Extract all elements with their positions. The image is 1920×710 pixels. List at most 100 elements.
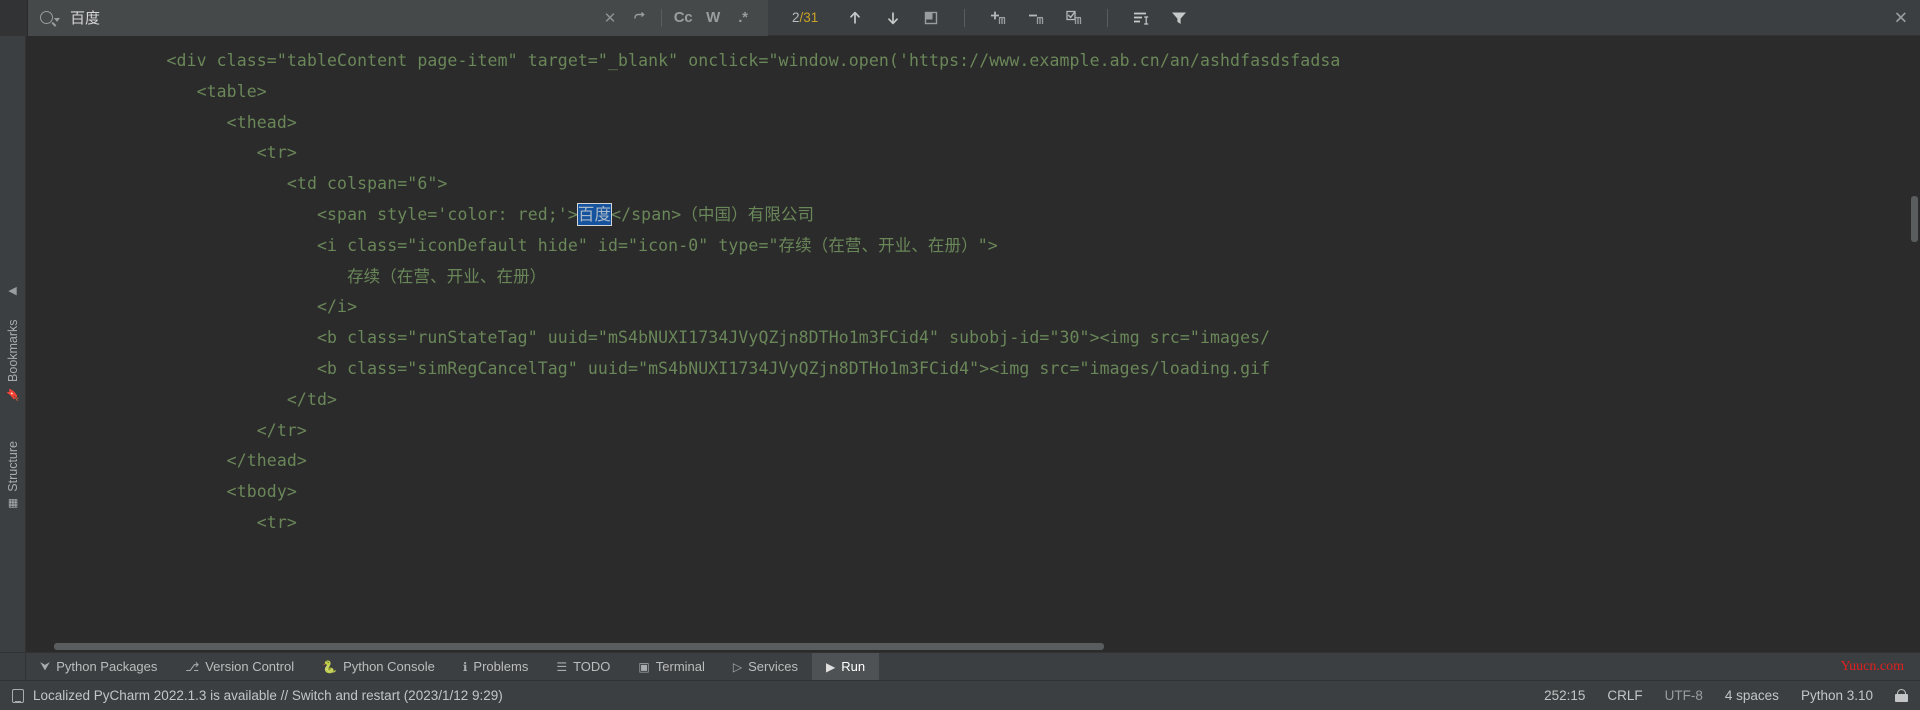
match-case-toggle[interactable]: Cc bbox=[668, 3, 698, 33]
code-line[interactable]: </td> bbox=[26, 385, 1340, 416]
find-gutter bbox=[0, 0, 28, 36]
run-play-icon: ▶ bbox=[825, 659, 836, 674]
tool-window-gutter bbox=[0, 653, 26, 680]
code-line[interactable]: <td colspan="6"> bbox=[26, 169, 1340, 200]
bookmark-icon: 🔖 bbox=[7, 387, 19, 401]
editor-horizontal-scrollbar[interactable] bbox=[26, 641, 1920, 652]
divider bbox=[964, 8, 966, 27]
tool-window-buttons: ⮟ Python Packages ⎇ Version Control 🐍 Python … bbox=[26, 653, 880, 680]
lock-icon[interactable] bbox=[1895, 689, 1908, 702]
add-column-icon bbox=[991, 11, 1006, 24]
sidebar-item-bookmarks[interactable]: 🔖 Bookmarks bbox=[6, 319, 20, 401]
line-separator[interactable]: CRLF bbox=[1607, 688, 1642, 703]
tool-window-button-problems[interactable]: ℹ Problems bbox=[449, 653, 542, 680]
code-line[interactable]: <b class="runStateTag" uuid="mS4bNUXI173… bbox=[26, 323, 1340, 354]
search-input[interactable] bbox=[66, 9, 589, 26]
indent-setting[interactable]: 4 spaces bbox=[1725, 688, 1779, 703]
tool-window-label: Terminal bbox=[655, 659, 705, 674]
divider bbox=[1107, 8, 1109, 27]
branch-icon: ⎇ bbox=[185, 659, 200, 674]
code-line[interactable]: </thead> bbox=[26, 446, 1340, 477]
status-message-group[interactable]: Localized PyCharm 2022.1.3 is available … bbox=[12, 688, 503, 703]
reset-search-icon[interactable] bbox=[625, 3, 655, 33]
caret-position[interactable]: 252:15 bbox=[1544, 688, 1585, 703]
match-count-label: 2/31 bbox=[792, 10, 819, 25]
close-find-button[interactable]: ✕ bbox=[1894, 9, 1908, 26]
find-input-wrapper[interactable]: ✕ Cc W .* bbox=[28, 0, 768, 36]
sidebar-item-label: Structure bbox=[5, 440, 20, 492]
tool-window-label: Python Packages bbox=[56, 659, 158, 674]
tool-window-button-services[interactable]: ▷ Services bbox=[719, 653, 812, 680]
tool-window-label: Run bbox=[841, 659, 866, 674]
code-line[interactable]: </tr> bbox=[26, 416, 1340, 447]
left-tool-rail: ◀ 🔖 Bookmarks ▦ Structure bbox=[0, 36, 26, 652]
status-bar: Localized PyCharm 2022.1.3 is available … bbox=[0, 680, 1920, 710]
sidebar-item-structure[interactable]: ▦ Structure bbox=[6, 441, 20, 511]
todo-list-icon: ☰ bbox=[556, 659, 568, 674]
main-area: ◀ 🔖 Bookmarks ▦ Structure <div class="ta… bbox=[0, 36, 1920, 652]
code-line[interactable]: <tr> bbox=[26, 138, 1340, 169]
find-navigation: 2/31 bbox=[768, 3, 1920, 33]
code-line[interactable]: </i> bbox=[26, 292, 1340, 323]
find-next-button[interactable] bbox=[876, 3, 910, 33]
select-all-occurrences-icon bbox=[925, 11, 938, 24]
sidebar-item-label: Bookmarks bbox=[5, 319, 20, 382]
code-editor[interactable]: <div class="tableContent page-item" targ… bbox=[26, 36, 1920, 652]
code-line[interactable]: <table> bbox=[26, 77, 1340, 108]
tool-window-button-python-packages[interactable]: ⮟ Python Packages bbox=[26, 653, 171, 680]
toggle-column-button[interactable] bbox=[1057, 3, 1091, 33]
status-indicators: 252:15 CRLF UTF-8 4 spaces Python 3.10 bbox=[1544, 688, 1908, 703]
collapse-left-icon[interactable]: ◀ bbox=[8, 284, 16, 297]
interpreter-selector[interactable]: Python 3.10 bbox=[1801, 688, 1873, 703]
tool-window-button-version-control[interactable]: ⎇ Version Control bbox=[171, 653, 308, 680]
search-icon[interactable] bbox=[40, 11, 60, 24]
remove-column-button[interactable] bbox=[1019, 3, 1053, 33]
code-line[interactable]: <i class="iconDefault hide" id="icon-0" … bbox=[26, 231, 1340, 262]
filter-button[interactable] bbox=[1162, 3, 1196, 33]
filter-lines-button[interactable] bbox=[1124, 3, 1158, 33]
add-column-button[interactable] bbox=[981, 3, 1015, 33]
tool-window-label: Python Console bbox=[343, 659, 435, 674]
divider bbox=[661, 8, 662, 27]
whole-words-toggle[interactable]: W bbox=[698, 3, 728, 33]
file-encoding[interactable]: UTF-8 bbox=[1665, 688, 1703, 703]
code-line[interactable]: <b class="simRegCancelTag" uuid="mS4bNUX… bbox=[26, 354, 1340, 385]
find-previous-button[interactable] bbox=[838, 3, 872, 33]
clear-search-button[interactable]: ✕ bbox=[595, 3, 625, 33]
tool-window-button-todo[interactable]: ☰ TODO bbox=[542, 653, 624, 680]
tool-window-button-run[interactable]: ▶ Run bbox=[811, 653, 880, 680]
pycharm-window: ✕ Cc W .* 2/31 bbox=[0, 0, 1920, 710]
find-field-actions: ✕ Cc W .* bbox=[595, 3, 758, 33]
status-message[interactable]: Localized PyCharm 2022.1.3 is available … bbox=[33, 688, 503, 703]
tool-window-button-terminal[interactable]: ▣ Terminal bbox=[624, 653, 718, 680]
chevron-down-icon[interactable] bbox=[54, 18, 60, 22]
code-content[interactable]: <div class="tableContent page-item" targ… bbox=[26, 36, 1340, 539]
packages-icon: ⮟ bbox=[40, 659, 51, 673]
terminal-icon: ▣ bbox=[638, 659, 650, 674]
filter-lines-icon bbox=[1134, 12, 1149, 25]
problems-icon: ℹ bbox=[462, 659, 468, 674]
tool-window-label: Services bbox=[748, 659, 798, 674]
remove-column-icon bbox=[1029, 14, 1044, 24]
editor-vertical-scrollbar[interactable] bbox=[1908, 36, 1920, 652]
code-line[interactable]: <tr> bbox=[26, 508, 1340, 539]
arrow-down-icon bbox=[888, 12, 899, 24]
scrollbar-thumb[interactable] bbox=[54, 643, 1104, 650]
filter-funnel-icon bbox=[1172, 12, 1187, 24]
arrow-up-icon bbox=[850, 11, 861, 23]
code-line[interactable]: 存续（在营、开业、在册） bbox=[26, 262, 1340, 293]
select-all-occurrences-button[interactable] bbox=[914, 3, 948, 33]
tool-window-bar: ⮟ Python Packages ⎇ Version Control 🐍 Python … bbox=[0, 652, 1920, 680]
structure-icon: ▦ bbox=[7, 497, 19, 511]
tool-window-button-python-console[interactable]: 🐍 Python Console bbox=[308, 653, 449, 680]
regex-toggle[interactable]: .* bbox=[728, 3, 758, 33]
code-line[interactable]: <div class="tableContent page-item" targ… bbox=[26, 46, 1340, 77]
tool-window-label: Version Control bbox=[205, 659, 295, 674]
code-line[interactable]: <thead> bbox=[26, 108, 1340, 139]
code-line[interactable]: <tbody> bbox=[26, 477, 1340, 508]
code-line[interactable]: <span style='color: red;'>百度</span>（中国）有… bbox=[26, 200, 1340, 231]
toggle-column-icon bbox=[1066, 10, 1082, 24]
scrollbar-thumb[interactable] bbox=[1911, 196, 1918, 242]
tool-window-label: TODO bbox=[573, 659, 611, 674]
watermark: Yuucn.com bbox=[1840, 658, 1904, 674]
